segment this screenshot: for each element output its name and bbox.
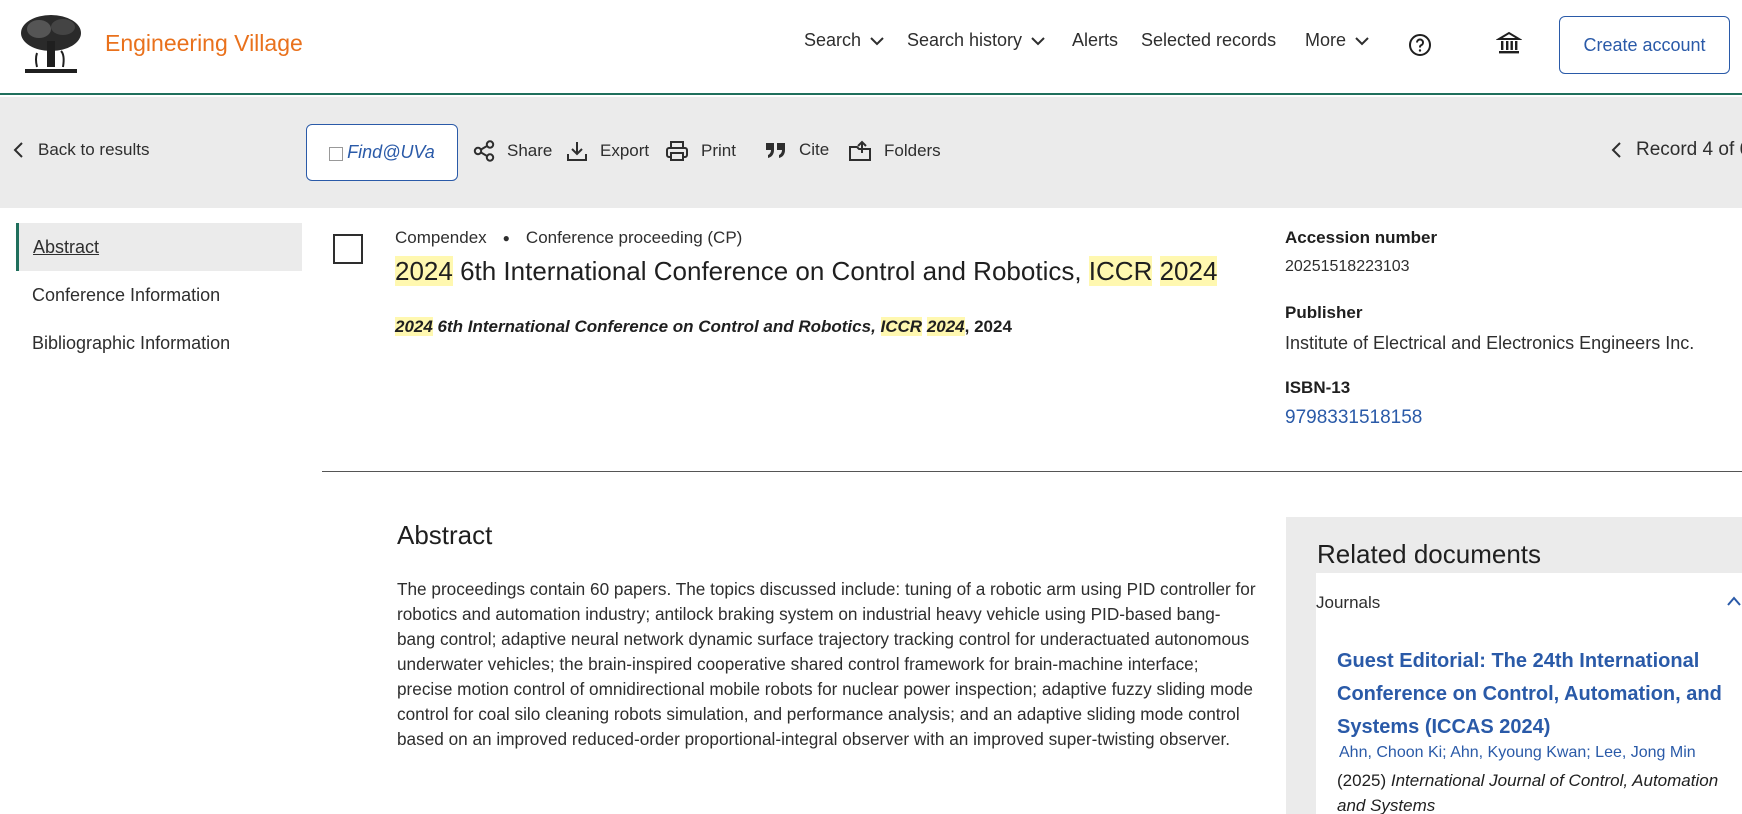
chevron-down-icon — [870, 36, 884, 45]
nav-search[interactable]: Search — [804, 30, 885, 51]
share-label: Share — [507, 141, 553, 160]
nav-alerts[interactable]: Alerts — [1072, 30, 1118, 51]
related-documents-panel: Related documents Journals Guest Editori… — [1286, 517, 1742, 814]
folders-label: Folders — [884, 141, 941, 160]
chevron-left-icon — [13, 142, 23, 158]
title-space — [1152, 256, 1159, 286]
find-uva-button[interactable]: Find@UVa — [306, 124, 458, 181]
database-name: Compendex — [395, 228, 487, 247]
document-type: Conference proceeding (CP) — [525, 228, 743, 247]
share-icon — [473, 140, 495, 162]
highlight-term: 2024 — [395, 317, 433, 336]
separator-dot: ● — [502, 231, 510, 245]
source-year: , 2024 — [964, 317, 1012, 336]
accession-number-value: 20251518223103 — [1285, 258, 1410, 275]
back-to-results-link[interactable]: Back to results — [12, 140, 150, 160]
nav-selected-records[interactable]: Selected records — [1141, 30, 1276, 51]
highlight-term: 2024 — [926, 317, 965, 336]
section-divider — [322, 471, 1742, 472]
chevron-down-icon — [1355, 36, 1369, 45]
share-button[interactable]: Share — [473, 140, 552, 162]
publisher-value: Institute of Electrical and Electronics … — [1285, 333, 1695, 353]
print-label: Print — [701, 141, 736, 160]
institution-icon[interactable] — [1496, 30, 1522, 56]
related-document-title-link[interactable]: Guest Editorial: The 24th International … — [1337, 645, 1732, 744]
help-icon[interactable] — [1408, 33, 1432, 57]
record-counter: Record 4 of 6 — [1636, 139, 1742, 160]
select-record-checkbox[interactable] — [333, 234, 363, 264]
export-button[interactable]: Export — [566, 140, 649, 162]
nav-search-history[interactable]: Search history — [907, 30, 1046, 51]
export-label: Export — [600, 141, 650, 160]
publisher-label: Publisher — [1285, 303, 1363, 322]
cite-icon — [766, 143, 785, 158]
nav-more[interactable]: More — [1305, 30, 1370, 51]
action-bar: Back to results Find@UVa Share Export Pr… — [0, 97, 1742, 208]
accession-number-label: Accession number — [1285, 228, 1438, 247]
related-document-journal: International Journal of Control, Automa… — [1337, 771, 1719, 814]
title-text: 6th International Conference on Control … — [452, 256, 1089, 286]
highlight-term: ICCR — [880, 317, 923, 336]
highlight-term: 2024 — [395, 256, 453, 286]
back-label: Back to results — [38, 140, 150, 159]
create-account-button[interactable]: Create account — [1559, 16, 1730, 74]
isbn-label: ISBN-13 — [1285, 378, 1351, 397]
related-document-year: (2025) — [1337, 771, 1391, 790]
related-document-source: (2025) International Journal of Control,… — [1337, 768, 1732, 814]
highlight-term: ICCR — [1088, 256, 1153, 286]
folders-button[interactable]: Folders — [848, 140, 941, 162]
abstract-heading: Abstract — [397, 520, 493, 550]
chevron-left-icon[interactable] — [1610, 141, 1622, 159]
elsevier-tree-logo[interactable] — [17, 13, 85, 75]
cite-label: Cite — [799, 140, 830, 159]
record-navigation[interactable]: Record 4 of 6 — [1610, 139, 1742, 161]
section-nav-abstract[interactable]: Abstract — [16, 223, 302, 271]
record-source: 2024 6th International Conference on Con… — [395, 317, 1012, 337]
chevron-down-icon — [1031, 36, 1045, 45]
related-documents-heading: Related documents — [1317, 539, 1542, 569]
related-document-authors[interactable]: Ahn, Choon Ki; Ahn, Kyoung Kwan; Lee, Jo… — [1339, 744, 1696, 762]
broken-image-icon — [329, 146, 344, 161]
section-nav: Abstract Conference Information Bibliogr… — [16, 223, 302, 367]
cite-button[interactable]: Cite — [765, 140, 829, 160]
journals-accordion-toggle[interactable]: Journals — [1316, 593, 1380, 613]
source-text: 6th International Conference on Control … — [432, 317, 881, 336]
record-meta: Compendex ● Conference proceeding (CP) — [395, 228, 742, 248]
nav-search-label: Search — [804, 30, 862, 50]
section-nav-bibliographic-information[interactable]: Bibliographic Information — [16, 319, 302, 367]
chevron-up-icon[interactable] — [1726, 595, 1742, 607]
top-header: Engineering Village Search Search histor… — [0, 0, 1742, 95]
print-icon — [666, 141, 688, 161]
export-icon — [567, 142, 587, 161]
abstract-text: The proceedings contain 60 papers. The t… — [397, 579, 1256, 749]
brand-name[interactable]: Engineering Village — [105, 30, 303, 57]
find-label: Find@UVa — [347, 142, 435, 162]
nav-more-label: More — [1305, 30, 1347, 50]
folders-icon — [849, 140, 871, 161]
print-button[interactable]: Print — [665, 140, 736, 162]
isbn-link[interactable]: 9798331518158 — [1285, 407, 1422, 429]
nav-search-history-label: Search history — [907, 30, 1023, 50]
section-nav-conference-information[interactable]: Conference Information — [16, 271, 302, 319]
highlight-term: 2024 — [1159, 256, 1218, 286]
related-documents-list: Journals Guest Editorial: The 24th Inter… — [1316, 573, 1742, 814]
record-title: 2024 6th International Conference on Con… — [395, 256, 1218, 287]
